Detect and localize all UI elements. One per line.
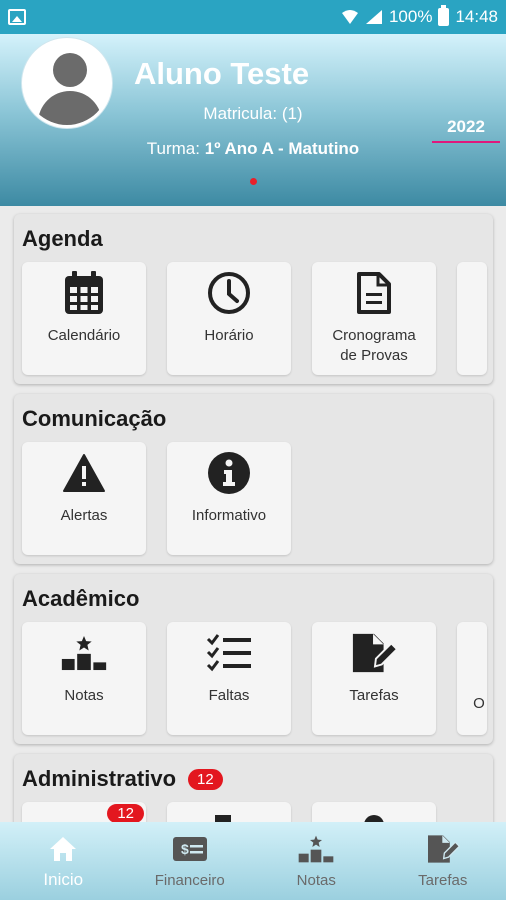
tile-tarefas[interactable]: Tarefas bbox=[312, 622, 436, 735]
document-icon bbox=[351, 270, 397, 316]
bottom-navigation: Inicio $ Financeiro Notas Tarefas bbox=[0, 822, 506, 900]
tile-label: Informativo bbox=[191, 507, 267, 524]
class-value: 1º Ano A - Matutino bbox=[204, 139, 360, 158]
section-academico: Acadêmico Notas Faltas Tarefas O bbox=[14, 574, 493, 744]
section-title-text: Acadêmico bbox=[22, 586, 140, 611]
calendar-icon bbox=[61, 270, 107, 316]
nav-item-tarefas[interactable]: Tarefas bbox=[380, 822, 506, 900]
administrativo-tiles: 12 bbox=[22, 802, 436, 822]
tile-partial[interactable] bbox=[457, 262, 487, 375]
section-title: Acadêmico bbox=[22, 586, 139, 612]
main-content[interactable]: Agenda Calendário Horário Cronograma de … bbox=[0, 206, 506, 822]
podium-icon bbox=[298, 834, 334, 864]
nav-item-notas[interactable]: Notas bbox=[253, 822, 380, 900]
nav-label: Notas bbox=[296, 872, 336, 889]
page-indicator-dot bbox=[250, 178, 257, 185]
person-icon bbox=[351, 810, 397, 822]
tile-notification-badge: 12 bbox=[107, 804, 144, 822]
tile-alertas[interactable]: Alertas bbox=[22, 442, 146, 555]
nav-label: Inicio bbox=[43, 870, 84, 889]
section-title: Administrativo 12 bbox=[22, 766, 223, 792]
wifi-icon bbox=[341, 10, 358, 24]
academico-tiles: Notas Faltas Tarefas O bbox=[22, 622, 487, 735]
checklist-icon bbox=[206, 630, 252, 676]
class-info: Turma: 1º Ano A - Matutino bbox=[0, 139, 506, 159]
image-notification-icon bbox=[8, 9, 26, 25]
home-icon bbox=[49, 834, 77, 864]
tile-label: Tarefas bbox=[349, 687, 399, 704]
tile-perfil[interactable] bbox=[312, 802, 436, 822]
section-title: Agenda bbox=[22, 226, 103, 252]
section-administrativo: Administrativo 12 12 bbox=[14, 754, 493, 822]
section-title-text: Administrativo bbox=[22, 766, 177, 791]
signal-icon bbox=[365, 10, 382, 24]
student-name: Aluno Teste bbox=[134, 56, 310, 91]
tile-label: Faltas bbox=[208, 687, 250, 704]
tile-notas[interactable]: Notas bbox=[22, 622, 146, 735]
avatar-head-icon bbox=[53, 53, 87, 87]
money-icon bbox=[61, 814, 107, 822]
section-comunicacao: Comunicação Alertas Informativo bbox=[14, 394, 493, 564]
nav-label: Tarefas bbox=[418, 872, 468, 889]
warning-icon bbox=[61, 450, 107, 496]
tile-label: Notas bbox=[64, 687, 104, 704]
svg-text:$: $ bbox=[181, 841, 189, 857]
tile-financeiro[interactable]: 12 bbox=[22, 802, 146, 822]
info-icon bbox=[206, 450, 252, 496]
clock-time: 14:48 bbox=[455, 7, 498, 26]
battery-percent: 100% bbox=[388, 7, 433, 26]
comunicacao-tiles: Alertas Informativo bbox=[22, 442, 291, 555]
enrollment-number: Matricula: (1) bbox=[203, 104, 303, 123]
status-bar: 100% 14:48 bbox=[0, 0, 506, 34]
nav-item-inicio[interactable]: Inicio bbox=[0, 822, 127, 900]
edit-document-icon bbox=[426, 834, 460, 864]
notification-badge: 12 bbox=[188, 768, 223, 790]
agenda-tiles: Calendário Horário Cronograma de Provas bbox=[22, 262, 487, 375]
edit-document-icon bbox=[351, 630, 397, 676]
tile-horario[interactable]: Horário bbox=[167, 262, 291, 375]
nav-item-financeiro[interactable]: $ Financeiro bbox=[127, 822, 254, 900]
tile-faltas[interactable]: Faltas bbox=[167, 622, 291, 735]
podium-icon bbox=[61, 630, 107, 676]
tile-documento[interactable] bbox=[167, 802, 291, 822]
section-title-text: Comunicação bbox=[22, 406, 167, 431]
battery-icon bbox=[438, 5, 450, 26]
year-selector[interactable]: 2022 bbox=[432, 117, 500, 143]
tile-label: Cronograma de Provas bbox=[332, 327, 416, 364]
status-indicators: 100% 14:48 bbox=[341, 5, 498, 27]
section-title: Comunicação bbox=[22, 406, 166, 432]
money-icon: $ bbox=[172, 834, 208, 864]
tile-label: Calendário bbox=[47, 327, 121, 344]
clock-icon bbox=[206, 270, 252, 316]
tile-label: O bbox=[473, 695, 485, 712]
tile-partial[interactable]: O bbox=[457, 622, 487, 735]
tile-label: Alertas bbox=[60, 507, 108, 524]
tile-informativo[interactable]: Informativo bbox=[167, 442, 291, 555]
section-title-text: Agenda bbox=[22, 226, 103, 251]
tile-label: Horário bbox=[204, 327, 254, 344]
nav-label: Financeiro bbox=[154, 872, 225, 889]
section-agenda: Agenda Calendário Horário Cronograma de … bbox=[14, 214, 493, 384]
profile-header: Aluno Teste Matricula: (1) Turma: 1º Ano… bbox=[0, 34, 506, 206]
document-icon bbox=[206, 810, 252, 822]
class-label: Turma: bbox=[146, 139, 200, 158]
tile-calendario[interactable]: Calendário bbox=[22, 262, 146, 375]
tile-cronograma-de-provas[interactable]: Cronograma de Provas bbox=[312, 262, 436, 375]
